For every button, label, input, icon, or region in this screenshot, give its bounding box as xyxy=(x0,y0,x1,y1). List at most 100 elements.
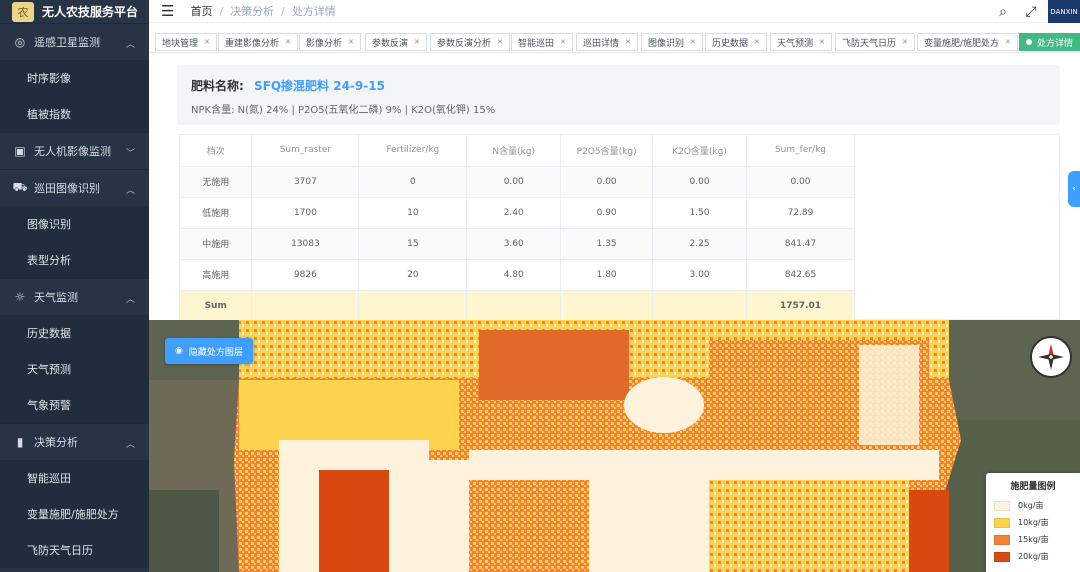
table-cell: 3.60 xyxy=(466,228,562,260)
search-icon[interactable]: ⌕ xyxy=(992,4,1014,20)
table-cell: 0.00 xyxy=(746,166,855,198)
legend-item: 15kg/亩 xyxy=(994,531,1072,548)
tag-label: 巡田详情 xyxy=(583,38,620,49)
table-header: K2O含量(kg) xyxy=(652,135,747,167)
breadcrumb-decision: 决策分析 xyxy=(230,5,275,18)
close-icon[interactable]: ✕ xyxy=(497,38,503,46)
tag-image-recognition[interactable]: 图像识别 ✕ xyxy=(641,33,703,51)
sidebar-group-remote-sensing[interactable]: ◎ 遥感卫星监测 ︿ xyxy=(0,23,149,60)
close-icon[interactable]: ✕ xyxy=(204,38,210,46)
fertilizer-table-grid: 档次 Sum_raster Fertilizer/kg N含量(kg) P2O5… xyxy=(180,135,855,322)
prescription-zone-none xyxy=(624,377,704,433)
tag-label: 天气预测 xyxy=(777,38,814,49)
sidebar-item-history-data[interactable]: 历史数据 xyxy=(0,315,149,351)
tag-label: 智能巡田 xyxy=(518,38,555,49)
close-icon[interactable]: ✕ xyxy=(414,38,420,46)
close-icon[interactable]: ✕ xyxy=(560,38,566,46)
tag-rebuild-analysis[interactable]: 重建影像分析 ✕ xyxy=(218,33,298,51)
tag-label: 处方详情 xyxy=(1037,38,1074,49)
close-icon[interactable]: ✕ xyxy=(348,38,354,46)
tag-param-inversion-analysis[interactable]: 参数反演分析 ✕ xyxy=(430,33,510,51)
legend-item: 0kg/亩 xyxy=(994,497,1072,514)
prescription-zone xyxy=(709,480,909,572)
tag-variable-fertilization[interactable]: 变量施肥/施肥处方 ✕ xyxy=(917,33,1018,51)
chevron-up-icon: ︿ xyxy=(125,295,135,305)
sun-icon: ☼ xyxy=(14,290,26,304)
sidebar-item-label: 智能巡田 xyxy=(27,472,71,485)
fertilizer-name: SFQ掺混肥料 24-9-15 xyxy=(254,79,385,93)
tag-patrol-detail[interactable]: 巡田详情 ✕ xyxy=(576,33,638,51)
hamburger-menu-icon[interactable]: ☰ xyxy=(161,2,174,20)
tag-plot-management[interactable]: 地块管理 ✕ xyxy=(155,33,217,51)
tag-weather-forecast[interactable]: 天气预测 ✕ xyxy=(770,33,832,51)
sidebar-item-weather-forecast[interactable]: 天气预测 xyxy=(0,351,149,387)
brand-bar[interactable]: 农 无人农技服务平台 xyxy=(0,0,149,23)
sidebar-item-smart-patrol[interactable]: 智能巡田 xyxy=(0,460,149,496)
sidebar-item-phenotype[interactable]: 表型分析 xyxy=(0,242,149,278)
close-icon[interactable]: ✕ xyxy=(819,38,825,46)
tractor-icon: ⛟ xyxy=(12,180,28,194)
table-header: Fertilizer/kg xyxy=(358,135,468,167)
active-dot-icon xyxy=(1026,39,1032,45)
table-cell: 中施用 xyxy=(180,228,253,260)
fertilizer-name-label: 肥料名称: xyxy=(191,79,244,93)
toggle-prescription-layer-button[interactable]: ◉ 隐藏处方图层 xyxy=(165,338,253,364)
sidebar-group-label: 天气监测 xyxy=(34,291,78,304)
tag-spray-calendar[interactable]: 飞防天气日历 ✕ xyxy=(835,33,915,51)
sidebar-group-drone[interactable]: ▣ 无人机影像监测 ﹀ xyxy=(0,132,149,169)
prescription-map[interactable]: ◉ 隐藏处方图层 施肥量图例 0kg/亩 10kg/亩 15kg/亩 20kg/… xyxy=(149,320,1080,572)
avatar[interactable]: DANXIN xyxy=(1048,0,1080,23)
table-cell xyxy=(560,290,654,322)
tag-smart-patrol[interactable]: 智能巡田 ✕ xyxy=(511,33,573,51)
table-row: 无施用 3707 0 0.00 0.00 0.00 0.00 xyxy=(180,166,855,198)
breadcrumb-separator: / xyxy=(219,4,224,18)
table-cell: 72.89 xyxy=(746,197,855,229)
fertilizer-table: 档次 Sum_raster Fertilizer/kg N含量(kg) P2O5… xyxy=(179,134,1060,322)
table-sum-row: Sum 1757.01 xyxy=(180,290,855,322)
table-cell: 0.00 xyxy=(560,166,654,198)
prescription-zone xyxy=(479,480,589,572)
sidebar-item-vegetation-index[interactable]: 植被指数 xyxy=(0,96,149,132)
table-cell: 13083 xyxy=(251,228,360,260)
sidebar-group-field-image[interactable]: ⛟ 巡田图像识别 ︿ xyxy=(0,169,149,206)
legend-label: 0kg/亩 xyxy=(1018,501,1044,510)
prescription-map-canvas[interactable] xyxy=(149,320,1080,572)
table-cell: 2.40 xyxy=(466,197,562,229)
close-icon[interactable]: ✕ xyxy=(902,38,908,46)
table-cell: Sum xyxy=(180,290,253,322)
legend-swatch xyxy=(994,551,1010,562)
tag-image-analysis[interactable]: 影像分析 ✕ xyxy=(299,33,361,51)
table-cell: 无施用 xyxy=(180,166,253,198)
sidebar-group-weather[interactable]: ☼ 天气监测 ︿ xyxy=(0,278,149,315)
sidebar-item-weather-alert[interactable]: 气象预警 xyxy=(0,387,149,423)
sidebar-group-decision[interactable]: ▮ 决策分析 ︿ xyxy=(0,423,149,460)
tag-prescription-detail[interactable]: 处方详情✕ xyxy=(1019,33,1080,51)
sidebar-group-label: 决策分析 xyxy=(34,436,78,449)
chevron-left-icon: ‹ xyxy=(1072,184,1076,194)
sidebar-item-time-series[interactable]: 时序影像 xyxy=(0,60,149,96)
side-drawer-toggle[interactable]: ‹ xyxy=(1068,171,1080,207)
sidebar-item-label: 天气预测 xyxy=(27,363,71,376)
close-icon[interactable]: ✕ xyxy=(754,38,760,46)
prescription-zone-none xyxy=(469,450,939,480)
tag-label: 地块管理 xyxy=(162,38,199,49)
fullscreen-icon[interactable]: ⤢ xyxy=(1020,4,1042,20)
close-icon[interactable]: ✕ xyxy=(625,38,631,46)
table-cell xyxy=(358,290,468,322)
close-icon[interactable]: ✕ xyxy=(690,38,696,46)
sidebar-item-spray-calendar[interactable]: 飞防天气日历 xyxy=(0,532,149,568)
close-icon[interactable]: ✕ xyxy=(1005,38,1011,46)
sidebar-item-label: 表型分析 xyxy=(27,254,71,267)
prescription-zone-max xyxy=(909,490,949,572)
close-icon[interactable]: ✕ xyxy=(285,38,291,46)
navbar-right: ⌕ ⤢ DANXIN xyxy=(992,0,1080,23)
sidebar-item-image-recognition[interactable]: 图像识别 xyxy=(0,206,149,242)
tag-label: 图像识别 xyxy=(648,38,685,49)
breadcrumb-home[interactable]: 首页 xyxy=(190,3,212,19)
tag-history-data[interactable]: 历史数据 ✕ xyxy=(705,33,767,51)
sidebar-item-label: 植被指数 xyxy=(27,108,71,121)
tag-param-inversion[interactable]: 参数反演 ✕ xyxy=(365,33,427,51)
table-cell: 841.47 xyxy=(746,228,855,260)
sidebar-item-variable-fertilization[interactable]: 变量施肥/施肥处方 xyxy=(0,496,149,532)
tags-view: 地块管理 ✕ 重建影像分析 ✕ 影像分析 ✕ 参数反演 ✕ 参数反演分析 ✕ 智能巡田 ✕ … xyxy=(149,31,1080,53)
